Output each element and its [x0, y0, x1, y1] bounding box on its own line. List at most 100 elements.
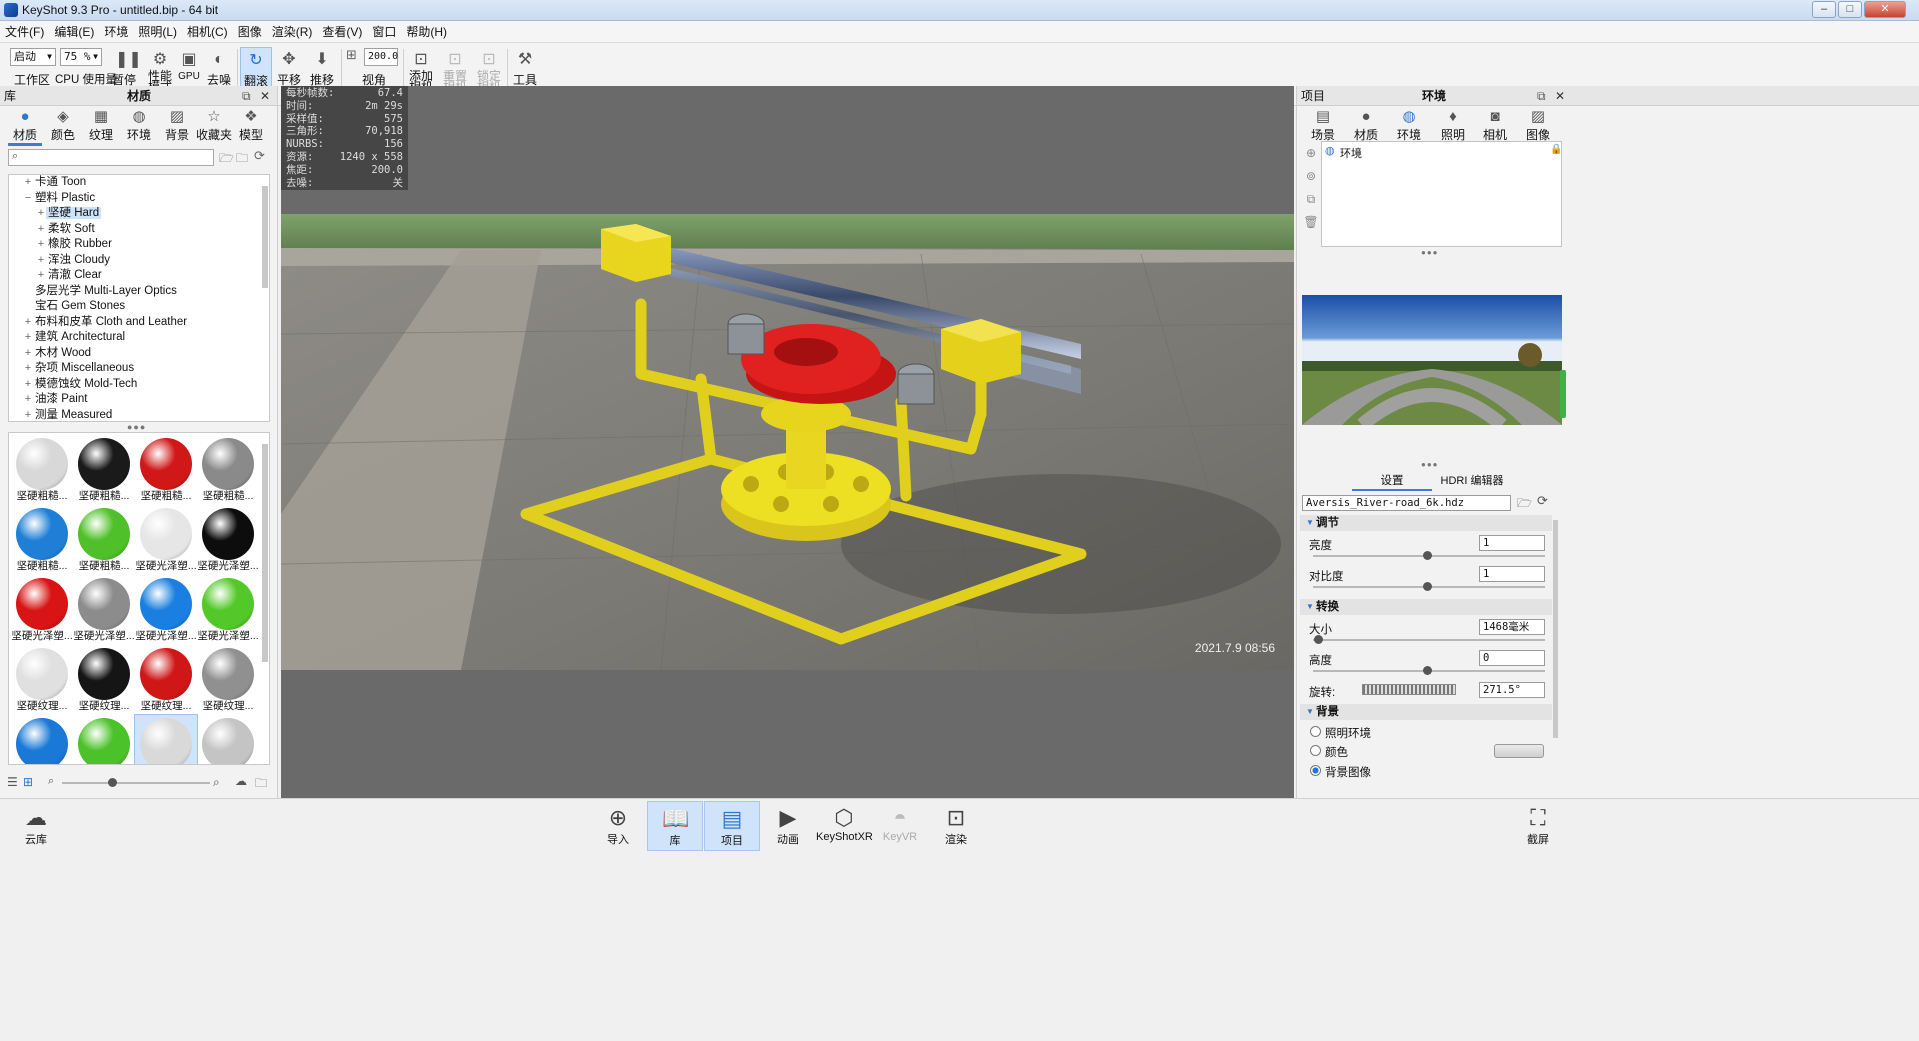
zoom-in-icon[interactable]: ⌕ [213, 775, 220, 790]
material-thumbnail[interactable] [73, 715, 135, 764]
settings-scrollbar[interactable] [1553, 520, 1558, 738]
splitter-grip-icon[interactable]: ●●● [1421, 248, 1439, 257]
expand-icon[interactable]: + [36, 206, 46, 222]
material-thumbnail[interactable]: 坚硬光泽塑... [135, 505, 197, 573]
menu-file[interactable]: 文件(F) [0, 21, 49, 43]
slider-knob[interactable] [1314, 635, 1323, 644]
lock-icon[interactable]: 🔒 [1550, 144, 1562, 155]
expand-icon[interactable]: + [23, 408, 33, 422]
size-input[interactable]: 1468毫米 [1479, 619, 1545, 635]
brightness-slider[interactable] [1313, 551, 1545, 560]
material-thumbnail[interactable]: 坚硬光泽塑... [197, 505, 259, 573]
export-folder-icon[interactable]: 🗀 [255, 774, 267, 795]
material-thumbnail[interactable]: 坚硬纹理... [135, 645, 197, 713]
menu-edit[interactable]: 编辑(E) [49, 21, 99, 43]
tree-item[interactable]: + 清澈 Clear [9, 268, 269, 284]
tree-item[interactable]: + 浑浊 Cloudy [9, 253, 269, 269]
render-button[interactable]: ⊡ 渲染 [928, 801, 984, 851]
tab-textures[interactable]: ▦ 纹理 [84, 108, 118, 143]
material-thumbnail[interactable]: 坚硬粗糙... [135, 435, 197, 503]
tab-favorites[interactable]: ☆ 收藏夹 [196, 108, 232, 143]
expand-icon[interactable]: + [23, 346, 33, 362]
refresh-icon[interactable]: ⟳ [1537, 493, 1548, 509]
field-of-view-input[interactable]: 200.0 [364, 48, 398, 66]
menu-camera[interactable]: 相机(C) [182, 21, 233, 43]
menu-render[interactable]: 渲染(R) [267, 21, 318, 43]
render-viewport[interactable]: 2021.7.9 08:56 每秒帧数: 67.4 时间: 2m 29s 采样值: 575… [281, 86, 1294, 798]
background-color-swatch[interactable] [1494, 744, 1544, 758]
expand-icon[interactable]: + [36, 268, 46, 284]
section-transform[interactable]: ▼ 转换 [1300, 599, 1552, 615]
hdri-preview[interactable] [1302, 295, 1562, 425]
radio-lighting-environment[interactable] [1310, 726, 1321, 737]
tab-camera[interactable]: ◙ 相机 [1480, 108, 1510, 143]
project-dock-button[interactable]: ▤ 项目 [704, 801, 760, 851]
material-thumbnail[interactable]: 坚硬光泽塑... [135, 575, 197, 643]
size-slider[interactable] [1313, 635, 1545, 644]
menu-help[interactable]: 帮助(H) [401, 21, 452, 43]
tab-materials[interactable]: ● 材质 [8, 108, 42, 146]
close-panel-icon[interactable]: ✕ [1555, 86, 1565, 106]
close-button[interactable]: ✕ [1864, 1, 1906, 18]
float-panel-icon[interactable]: ⧉ [242, 86, 251, 106]
tree-item[interactable]: + 杂项 Miscellaneous [9, 361, 269, 377]
maximize-button[interactable]: □ [1838, 1, 1862, 18]
slider-knob[interactable] [1423, 551, 1432, 560]
menu-environment[interactable]: 环境 [99, 21, 133, 43]
subtab-hdri-editor[interactable]: HDRI 编辑器 [1440, 473, 1504, 489]
duplicate-environment-icon[interactable]: ⊚ [1302, 165, 1320, 188]
tree-item[interactable]: + 油漆 Paint [9, 392, 269, 408]
section-adjust[interactable]: ▼ 调节 [1300, 515, 1552, 531]
rotation-input[interactable]: 271.5° [1479, 682, 1545, 698]
float-panel-icon[interactable]: ⧉ [1537, 86, 1546, 106]
height-input[interactable]: 0 [1479, 650, 1545, 666]
material-thumbnail[interactable]: 坚硬光泽塑... [73, 575, 135, 643]
material-thumbnail[interactable]: 坚硬粗糙... [73, 435, 135, 503]
thumbnail-size-slider[interactable] [62, 778, 210, 787]
cloud-upload-icon[interactable]: ☁ [235, 774, 247, 788]
material-thumbnail[interactable]: 坚硬粗糙... [11, 505, 73, 573]
expand-icon[interactable]: + [23, 315, 33, 331]
minimize-button[interactable]: – [1812, 1, 1836, 18]
tab-lighting[interactable]: ♦ 照明 [1438, 108, 1468, 143]
material-thumbnail[interactable]: 坚硬纹理... [197, 645, 259, 713]
animation-button[interactable]: ▶ 动画 [760, 801, 816, 851]
slider-knob[interactable] [108, 778, 117, 787]
tree-item[interactable]: + 建筑 Architectural [9, 330, 269, 346]
tree-item[interactable]: + 木材 Wood [9, 346, 269, 362]
material-thumbnail[interactable]: 坚硬纹理... [73, 645, 135, 713]
environment-list-item[interactable]: ◍ 环境 🔒 [1324, 144, 1562, 160]
add-environment-icon[interactable]: ⊕ [1302, 142, 1320, 165]
material-thumbnail[interactable]: 坚硬粗糙... [197, 435, 259, 503]
tree-item[interactable]: + 卡通 Toon [9, 175, 269, 191]
add-folder-icon[interactable]: 🗀 [236, 149, 248, 170]
tree-scrollbar[interactable] [262, 186, 268, 288]
zoom-out-icon[interactable]: ⌕ [48, 775, 54, 788]
tree-item[interactable]: + 橡胶 Rubber [9, 237, 269, 253]
contrast-slider[interactable] [1313, 582, 1545, 591]
grid-view-icon[interactable]: ⊞ [23, 775, 33, 789]
material-thumbnail[interactable]: 坚硬光泽塑... [11, 575, 73, 643]
height-slider[interactable] [1313, 666, 1545, 675]
library-dock-button[interactable]: 📖 库 [647, 801, 703, 851]
splitter-grip-icon[interactable]: ●●● [1421, 460, 1439, 469]
tree-item[interactable]: + 测量 Measured [9, 408, 269, 422]
menu-lighting[interactable]: 照明(L) [133, 21, 182, 43]
contrast-input[interactable]: 1 [1479, 566, 1545, 582]
material-thumbnail[interactable] [197, 715, 259, 764]
list-view-icon[interactable]: ☰ [7, 775, 18, 789]
import-button[interactable]: ⊕ 导入 [590, 801, 646, 851]
expand-icon[interactable]: + [23, 330, 33, 346]
menu-view[interactable]: 查看(V) [317, 21, 367, 43]
slider-knob[interactable] [1423, 666, 1432, 675]
tab-material[interactable]: ● 材质 [1351, 108, 1381, 143]
material-thumbnail[interactable]: 坚硬光泽塑... [197, 575, 259, 643]
tab-models[interactable]: ❖ 模型 [234, 108, 268, 143]
tab-image[interactable]: ▨ 图像 [1523, 108, 1553, 143]
collapse-icon[interactable]: − [23, 191, 33, 207]
material-thumbnail[interactable] [11, 715, 73, 764]
tree-item[interactable]: + 柔软 Soft [9, 222, 269, 238]
tree-item[interactable]: + 布料和皮革 Cloth and Leather [9, 315, 269, 331]
refresh-icon[interactable]: ⟳ [254, 148, 265, 164]
tree-item[interactable]: 宝石 Gem Stones [9, 299, 269, 315]
